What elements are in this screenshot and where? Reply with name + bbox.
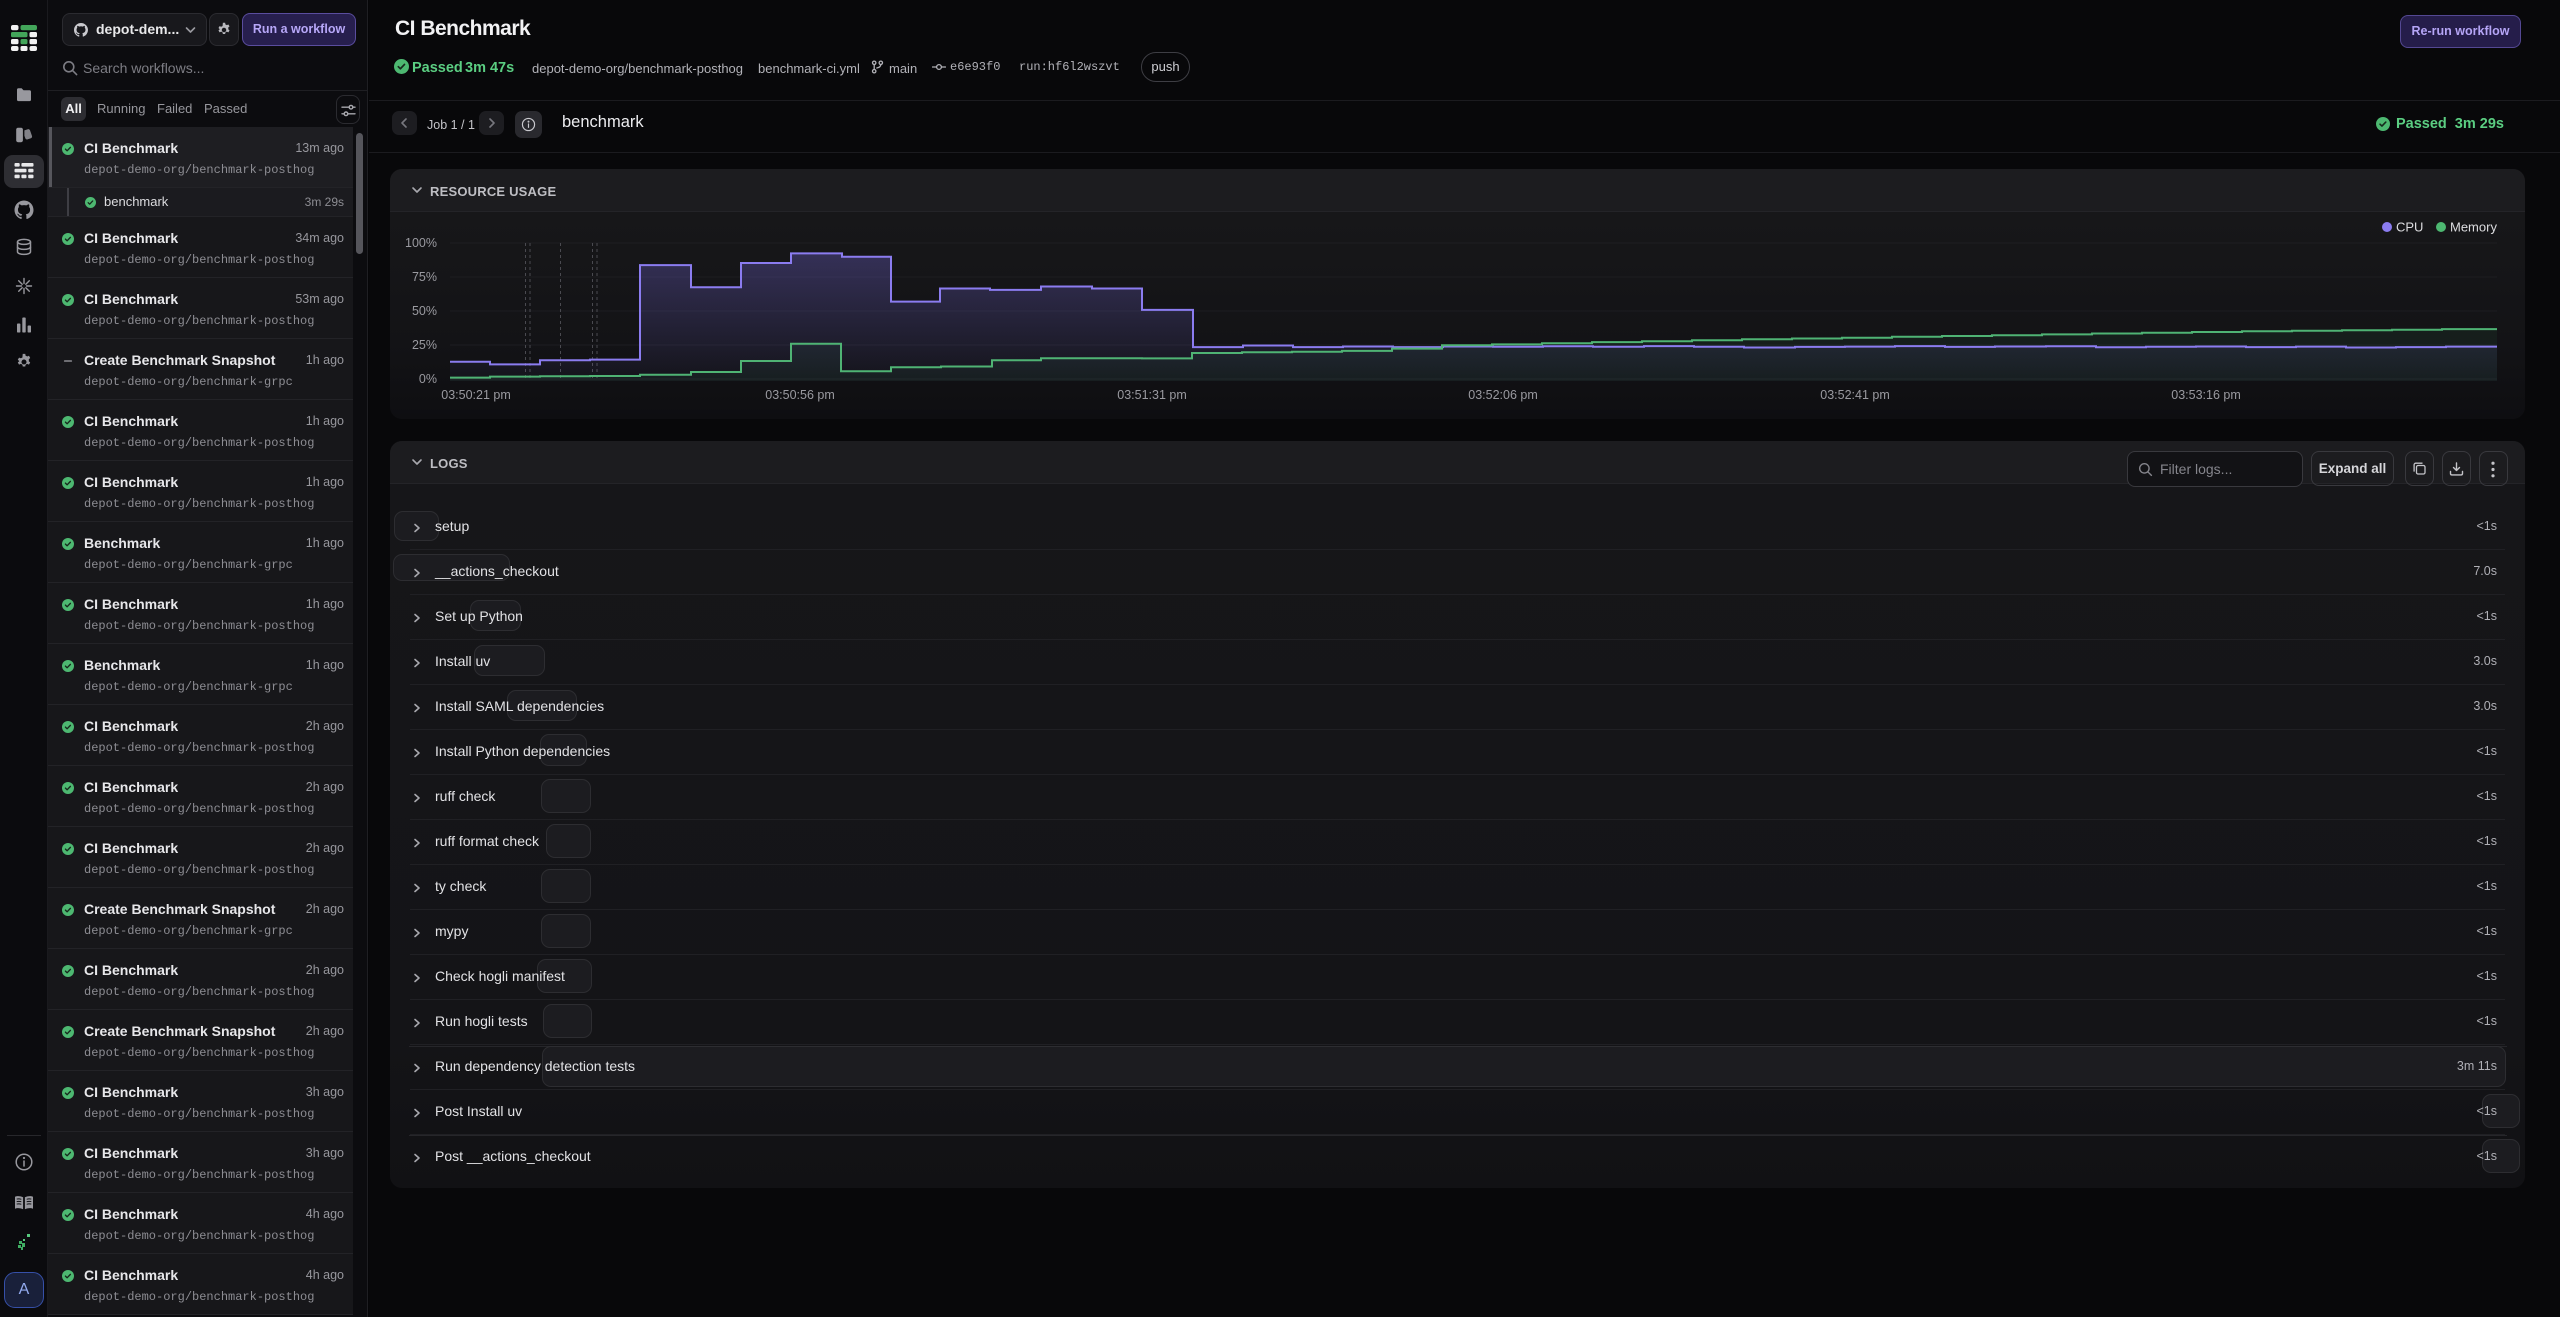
svg-text:03:53:16 pm: 03:53:16 pm [2171,388,2241,402]
svg-text:03:52:41 pm: 03:52:41 pm [1820,388,1890,402]
svg-text:03:50:56 pm: 03:50:56 pm [765,388,835,402]
svg-text:03:50:21 pm: 03:50:21 pm [441,388,511,402]
svg-text:03:51:31 pm: 03:51:31 pm [1117,388,1187,402]
svg-text:75%: 75% [412,270,437,284]
svg-text:CPU: CPU [2396,220,2423,235]
svg-text:50%: 50% [412,304,437,318]
svg-text:0%: 0% [419,372,437,386]
svg-text:25%: 25% [412,338,437,352]
svg-text:Memory: Memory [2450,220,2497,235]
svg-text:03:52:06 pm: 03:52:06 pm [1468,388,1538,402]
svg-text:100%: 100% [405,236,437,250]
